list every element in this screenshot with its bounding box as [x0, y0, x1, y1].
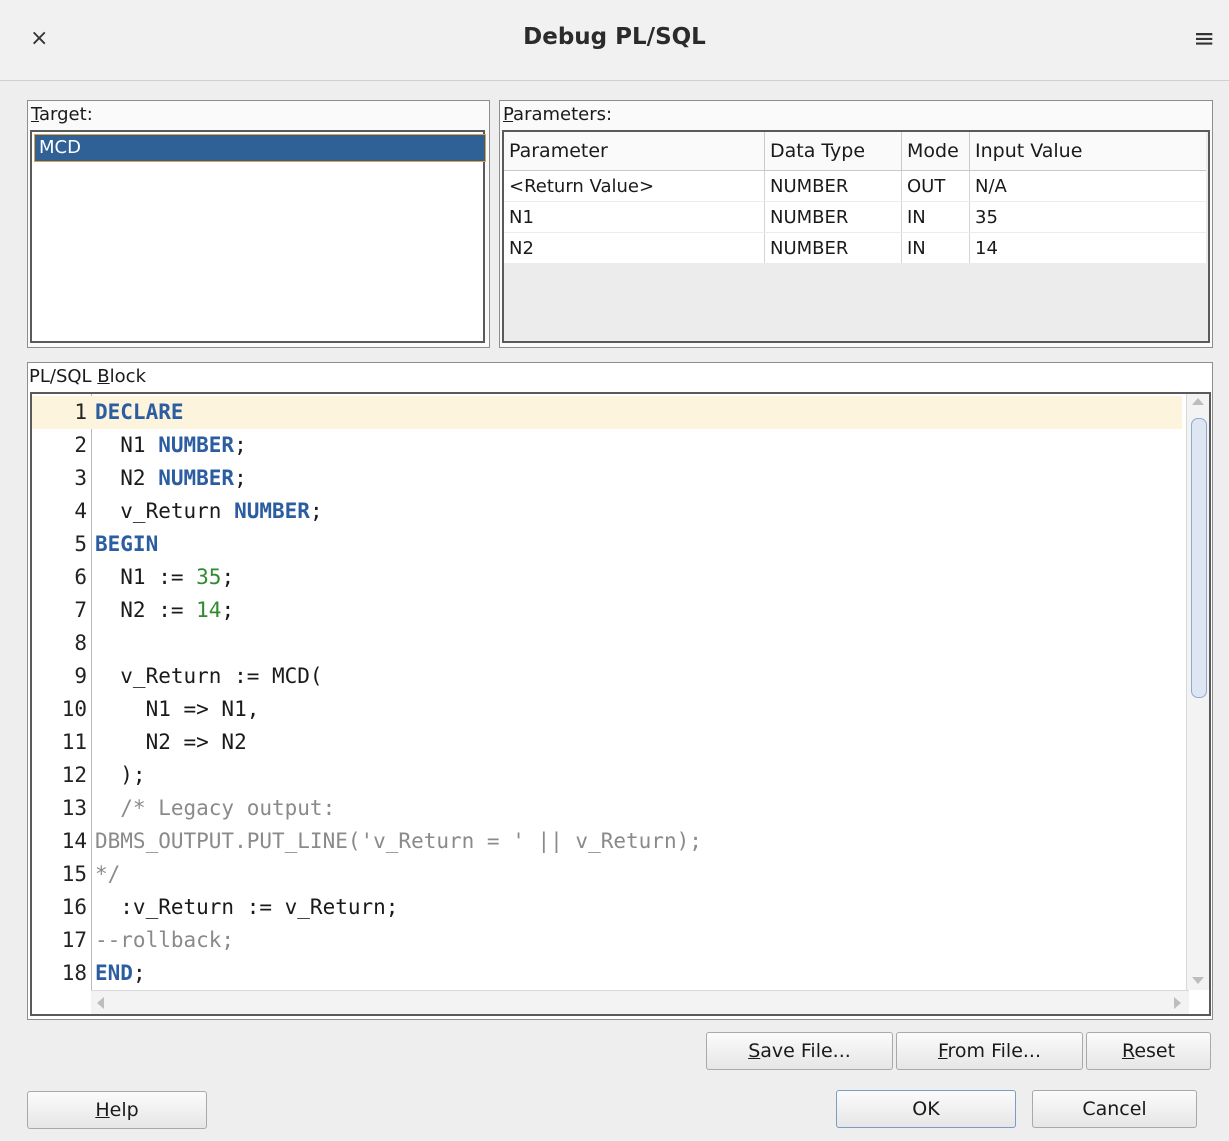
code-text: N2 NUMBER; — [95, 466, 247, 490]
cell-parameter: N2 — [504, 232, 765, 264]
table-header-row: Parameter Data Type Mode Input Value — [504, 132, 1206, 171]
line-number: 18 — [61, 961, 87, 985]
reset-button[interactable]: Reset — [1086, 1032, 1211, 1070]
code-line[interactable]: 18 END; — [32, 957, 1182, 990]
code-line[interactable]: 14 DBMS_OUTPUT.PUT_LINE('v_Return = ' || … — [32, 825, 1182, 858]
line-number: 15 — [61, 862, 87, 886]
line-number: 11 — [61, 730, 87, 754]
scroll-right-icon[interactable] — [1174, 997, 1181, 1009]
line-number: 5 — [74, 532, 87, 556]
horizontal-scrollbar[interactable] — [91, 990, 1189, 1014]
line-number: 9 — [74, 664, 87, 688]
code-text: DBMS_OUTPUT.PUT_LINE('v_Return = ' || v_… — [95, 829, 702, 853]
line-number: 13 — [61, 796, 87, 820]
column-header-parameter[interactable]: Parameter — [504, 132, 765, 171]
cell-parameter: N1 — [504, 201, 765, 233]
scroll-up-icon[interactable] — [1192, 398, 1204, 405]
line-number: 17 — [61, 928, 87, 952]
cell-data-type: NUMBER — [764, 170, 902, 202]
table-row[interactable]: N2 NUMBER IN 14 — [504, 232, 1206, 264]
code-text: v_Return := MCD( — [95, 664, 323, 688]
table-row[interactable]: N1 NUMBER IN 35 — [504, 201, 1206, 233]
window-title: Debug PL/SQL — [523, 24, 706, 50]
save-file-button[interactable]: Save File... — [706, 1032, 893, 1070]
cell-data-type: NUMBER — [764, 232, 902, 264]
from-file-button[interactable]: From File... — [896, 1032, 1083, 1070]
code-editor[interactable]: 1 DECLARE 2 N1 NUMBER; 3 N2 NUMBER; 4 v_Retu… — [30, 392, 1211, 1016]
cell-data-type: NUMBER — [764, 201, 902, 233]
code-text: END; — [95, 961, 146, 985]
code-line[interactable]: 3 N2 NUMBER; — [32, 462, 1182, 495]
column-header-mode[interactable]: Mode — [901, 132, 970, 171]
line-number: 12 — [61, 763, 87, 787]
title-bar: × Debug PL/SQL ≡ — [0, 0, 1229, 81]
code-text: ); — [95, 763, 146, 787]
line-number: 16 — [61, 895, 87, 919]
table-row[interactable]: <Return Value> NUMBER OUT N/A — [504, 170, 1206, 202]
target-list[interactable]: MCD — [30, 130, 486, 343]
code-text: */ — [95, 862, 121, 886]
cell-input-value[interactable]: N/A — [969, 170, 1206, 202]
code-line[interactable]: 10 N1 => N1, — [32, 693, 1182, 726]
code-text: N1 NUMBER; — [95, 433, 247, 457]
code-line[interactable]: 9 v_Return := MCD( — [32, 660, 1182, 693]
line-number: 3 — [74, 466, 87, 490]
cell-mode: OUT — [901, 170, 970, 202]
scroll-down-icon[interactable] — [1192, 977, 1204, 984]
code-text: N2 := 14; — [95, 598, 235, 622]
cell-parameter: <Return Value> — [504, 170, 765, 202]
parameters-table[interactable]: Parameter Data Type Mode Input Value <Re… — [502, 130, 1210, 343]
code-text: DECLARE — [95, 400, 184, 424]
code-line[interactable]: 12 ); — [32, 759, 1182, 792]
line-number: 2 — [74, 433, 87, 457]
cell-input-value[interactable]: 35 — [969, 201, 1206, 233]
code-text: N1 => N1, — [95, 697, 260, 721]
scroll-left-icon[interactable] — [97, 997, 104, 1009]
code-text: :v_Return := v_Return; — [95, 895, 399, 919]
code-text: v_Return NUMBER; — [95, 499, 323, 523]
cell-mode: IN — [901, 232, 970, 264]
ok-button[interactable]: OK — [836, 1090, 1016, 1128]
code-text: --rollback; — [95, 928, 235, 952]
code-line[interactable]: 15 */ — [32, 858, 1182, 891]
code-line[interactable]: 7 N2 := 14; — [32, 594, 1182, 627]
column-header-input-value[interactable]: Input Value — [969, 132, 1206, 171]
target-item-mcd[interactable]: MCD — [34, 134, 486, 162]
code-text: /* Legacy output: — [95, 796, 336, 820]
code-text: N1 := 35; — [95, 565, 235, 589]
cell-input-value[interactable]: 14 — [969, 232, 1206, 264]
cancel-button[interactable]: Cancel — [1032, 1090, 1197, 1128]
code-line[interactable]: 6 N1 := 35; — [32, 561, 1182, 594]
parameters-label: Parameters: — [503, 104, 613, 125]
code-line[interactable]: 5 BEGIN — [32, 528, 1182, 561]
vertical-scrollbar[interactable] — [1186, 394, 1209, 990]
line-number: 4 — [74, 499, 87, 523]
target-label: Target: — [31, 104, 93, 125]
code-line[interactable]: 2 N1 NUMBER; — [32, 429, 1182, 462]
code-line[interactable]: 4 v_Return NUMBER; — [32, 495, 1182, 528]
line-number: 14 — [61, 829, 87, 853]
help-button[interactable]: Help — [27, 1091, 207, 1129]
menu-icon[interactable]: ≡ — [1193, 24, 1215, 54]
line-number: 1 — [74, 400, 87, 424]
code-line[interactable]: 1 DECLARE — [32, 396, 1182, 429]
vertical-scroll-thumb[interactable] — [1191, 418, 1207, 698]
code-line[interactable]: 16 :v_Return := v_Return; — [32, 891, 1182, 924]
code-line[interactable]: 13 /* Legacy output: — [32, 792, 1182, 825]
cell-mode: IN — [901, 201, 970, 233]
code-line[interactable]: 17 --rollback; — [32, 924, 1182, 957]
line-number: 6 — [74, 565, 87, 589]
column-header-data-type[interactable]: Data Type — [764, 132, 902, 171]
code-line[interactable]: 11 N2 => N2 — [32, 726, 1182, 759]
plsql-block-label: PL/SQL Block — [29, 366, 146, 387]
line-number: 7 — [74, 598, 87, 622]
line-number: 10 — [61, 697, 87, 721]
code-text: BEGIN — [95, 532, 159, 556]
line-number: 8 — [74, 631, 87, 655]
code-text: N2 => N2 — [95, 730, 247, 754]
code-line[interactable]: 8 — [32, 627, 1182, 660]
